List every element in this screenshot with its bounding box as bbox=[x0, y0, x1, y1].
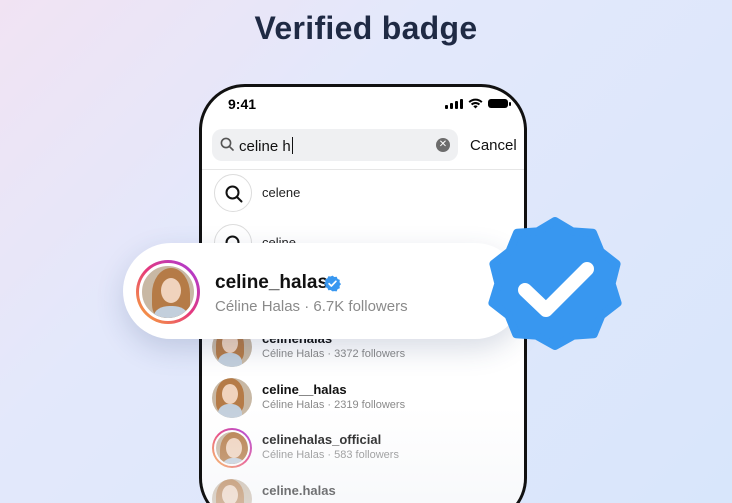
verified-icon bbox=[324, 275, 341, 292]
page-headline: Verified badge bbox=[254, 10, 478, 46]
search-input-value: celine h bbox=[239, 137, 293, 155]
avatar bbox=[212, 479, 252, 503]
featured-subtitle: Céline Halas · 6.7K followers bbox=[215, 298, 408, 315]
suggestion-item[interactable]: celene bbox=[214, 174, 514, 212]
result-username: celinehalas_official bbox=[262, 432, 382, 447]
battery-icon bbox=[488, 99, 511, 108]
wifi-icon bbox=[468, 98, 483, 109]
suggestion-text: celene bbox=[262, 185, 301, 200]
featured-username: celine_halas bbox=[215, 272, 329, 293]
status-bar: 9:41 bbox=[202, 87, 524, 121]
status-time: 9:41 bbox=[228, 96, 257, 112]
result-username: celine.halas bbox=[262, 483, 336, 498]
cancel-button[interactable]: Cancel bbox=[470, 137, 517, 154]
featured-result-card[interactable]: celine_halas Céline Halas · 6.7K followe… bbox=[123, 243, 523, 339]
search-input[interactable]: celine h ✕ bbox=[212, 129, 458, 161]
result-subtitle: Céline Halas · 3372 followers bbox=[262, 348, 406, 360]
result-subtitle: Céline Halas · 2319 followers bbox=[262, 399, 406, 411]
suggestion-icon-circle bbox=[214, 174, 252, 212]
verified-badge-icon bbox=[488, 217, 622, 350]
search-icon bbox=[220, 137, 234, 151]
divider bbox=[202, 169, 524, 170]
signal-icon bbox=[445, 98, 463, 109]
result-row[interactable]: celine__halas Céline Halas · 2319 follow… bbox=[212, 378, 512, 422]
result-row[interactable]: celinehalas_official Céline Halas · 583 … bbox=[212, 428, 512, 472]
result-row[interactable]: celine.halas bbox=[212, 479, 512, 503]
close-circle-icon[interactable]: ✕ bbox=[436, 138, 450, 152]
search-icon bbox=[225, 185, 243, 203]
result-username: celine__halas bbox=[262, 382, 347, 397]
avatar bbox=[212, 428, 252, 468]
search-row: celine h ✕ Cancel bbox=[212, 129, 522, 163]
result-subtitle: Céline Halas · 583 followers bbox=[262, 449, 399, 461]
avatar bbox=[212, 378, 252, 418]
avatar bbox=[136, 260, 200, 324]
status-icons bbox=[445, 98, 511, 109]
